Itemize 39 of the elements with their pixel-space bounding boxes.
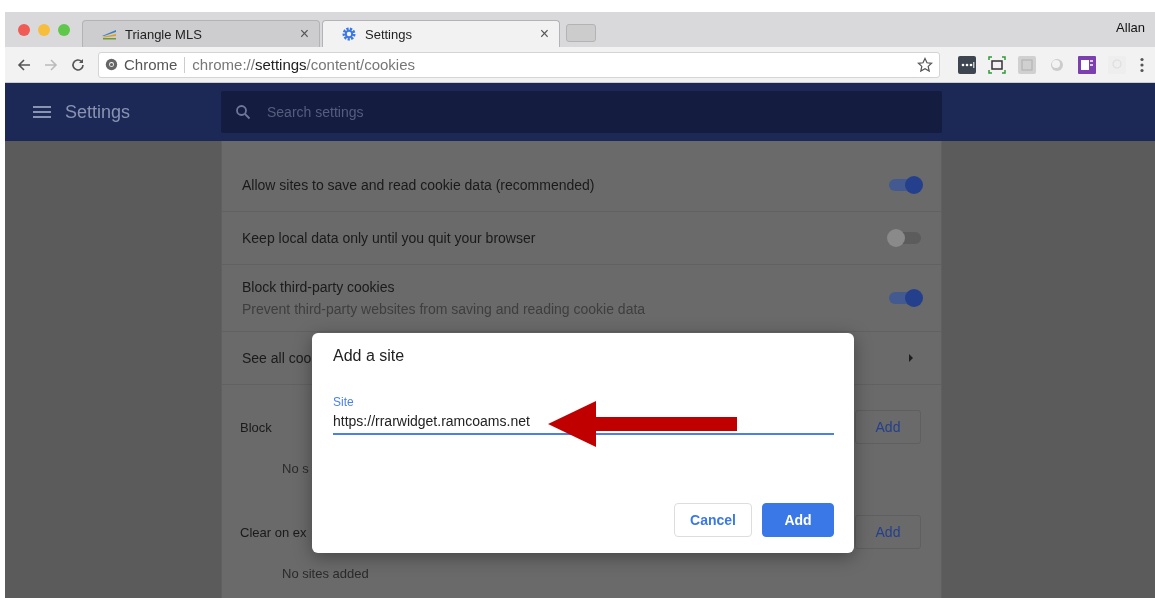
setting-label: Keep local data only until you quit your browser xyxy=(242,230,536,246)
dialog-title: Add a site xyxy=(333,347,405,365)
close-tab-icon[interactable]: × xyxy=(299,25,309,43)
setting-label: Allow sites to save and read cookie data (recommended) xyxy=(242,177,595,193)
close-window-button[interactable] xyxy=(18,23,30,36)
section-title: Block xyxy=(240,419,272,435)
new-tab-button[interactable] xyxy=(566,24,596,42)
cancel-button[interactable]: Cancel xyxy=(674,503,752,537)
back-icon[interactable] xyxy=(16,56,32,73)
reload-icon[interactable] xyxy=(70,56,86,73)
gear-icon xyxy=(341,26,357,42)
toggle-switch[interactable] xyxy=(889,179,921,191)
toggle-switch[interactable] xyxy=(889,292,921,304)
search-field[interactable]: Search settings xyxy=(265,103,569,121)
maximize-window-button[interactable] xyxy=(58,23,70,36)
search-icon xyxy=(235,104,251,120)
setting-label: Block third-party cookies xyxy=(242,279,396,295)
menu-icon[interactable] xyxy=(33,105,51,119)
bookmark-star-icon[interactable] xyxy=(917,56,933,73)
browser-tab[interactable]: Settings × xyxy=(322,20,560,47)
empty-message: No s xyxy=(282,460,309,476)
section-title: Clear on ex xyxy=(240,524,307,540)
forward-icon[interactable] xyxy=(43,56,59,73)
notebook-extension-icon[interactable] xyxy=(1078,55,1096,74)
profile-name[interactable]: Allan xyxy=(1116,20,1145,35)
password-extension-icon[interactable] xyxy=(958,55,976,74)
browser-tab[interactable]: Triangle MLS × xyxy=(82,20,320,47)
empty-message: No sites added xyxy=(282,565,369,581)
page-title: Settings xyxy=(65,101,131,123)
screen-capture-icon[interactable] xyxy=(988,55,1006,74)
chrome-logo-icon xyxy=(105,58,118,71)
menu-icon[interactable] xyxy=(1140,56,1144,73)
field-label: Site xyxy=(333,395,354,409)
toggle-switch[interactable] xyxy=(889,232,921,244)
chevron-right-icon[interactable] xyxy=(908,353,914,363)
add-button[interactable]: Add xyxy=(762,503,834,537)
close-tab-icon[interactable]: × xyxy=(539,25,549,43)
address-bar[interactable]: Chrome chrome://settings/content/cookies xyxy=(98,51,940,78)
minimize-window-button[interactable] xyxy=(38,23,50,36)
